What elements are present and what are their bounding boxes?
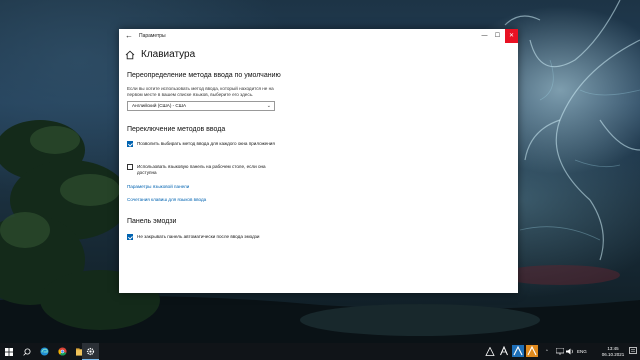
network-icon[interactable] [556, 348, 564, 355]
home-icon[interactable] [125, 50, 135, 60]
settings-window: ← Параметры — ☐ ✕ Клавиатура Переопредел… [119, 29, 518, 293]
switching-heading: Переключение методов ввода [127, 126, 226, 133]
default-method-heading: Переопределение метода ввода по умолчани… [127, 72, 281, 79]
tray-a-icon[interactable] [499, 346, 509, 356]
close-button[interactable]: ✕ [505, 29, 518, 43]
edge-icon [40, 347, 49, 356]
maximize-button[interactable]: ☐ [491, 29, 504, 43]
language-bar-checkbox[interactable] [127, 164, 133, 170]
emoji-label: Не закрывать панель автоматически после … [137, 234, 260, 239]
tray-orange-app-icon[interactable] [526, 345, 538, 357]
start-button[interactable] [0, 343, 17, 360]
search-button[interactable] [18, 343, 35, 360]
taskbar-edge[interactable] [36, 343, 53, 360]
back-arrow-icon[interactable]: ← [123, 30, 135, 42]
clock-date: 06.10.2021 [601, 351, 625, 357]
windows-logo-icon [4, 347, 13, 356]
language-bar-label: Использовать языковую панель на рабочем … [137, 164, 266, 175]
title-bar: ← Параметры — ☐ ✕ [119, 29, 518, 43]
language-bar-settings-link[interactable]: Параметры языковой панели [127, 184, 189, 190]
emoji-heading: Панель эмодзи [127, 218, 177, 225]
language-indicator[interactable]: ENG [577, 349, 587, 354]
chrome-icon [58, 347, 67, 356]
page-title: Клавиатура [141, 49, 196, 60]
per-window-checkbox[interactable] [127, 141, 133, 147]
settings-icon [86, 347, 95, 355]
chevron-down-icon: ⌄ [266, 103, 271, 109]
tray-app-icon[interactable] [485, 347, 495, 356]
window-title: Параметры [139, 33, 166, 39]
tray-blue-app-icon[interactable] [512, 345, 524, 357]
dropdown-value: Английский (США) - США [132, 103, 187, 108]
default-method-help: Если вы хотите использовать метод ввода,… [127, 86, 274, 97]
search-icon [22, 348, 30, 356]
volume-icon[interactable] [566, 348, 574, 355]
hotkeys-link[interactable]: Сочетания клавиш для языков ввода [127, 197, 206, 203]
notification-icon[interactable] [629, 347, 637, 355]
default-method-dropdown[interactable]: Английский (США) - США ⌄ [127, 101, 275, 111]
taskbar-settings[interactable] [82, 343, 99, 360]
minimize-button[interactable]: — [478, 29, 491, 43]
per-window-label: Позволить выбирать метод ввода для каждо… [137, 141, 275, 146]
taskbar: ⌃ ENG 13:45 06.10.2021 [0, 343, 640, 360]
taskbar-chrome[interactable] [54, 343, 71, 360]
emoji-checkbox[interactable] [127, 234, 133, 240]
clock[interactable]: 13:45 06.10.2021 [600, 346, 626, 357]
chevron-up-icon[interactable]: ⌃ [545, 349, 549, 354]
